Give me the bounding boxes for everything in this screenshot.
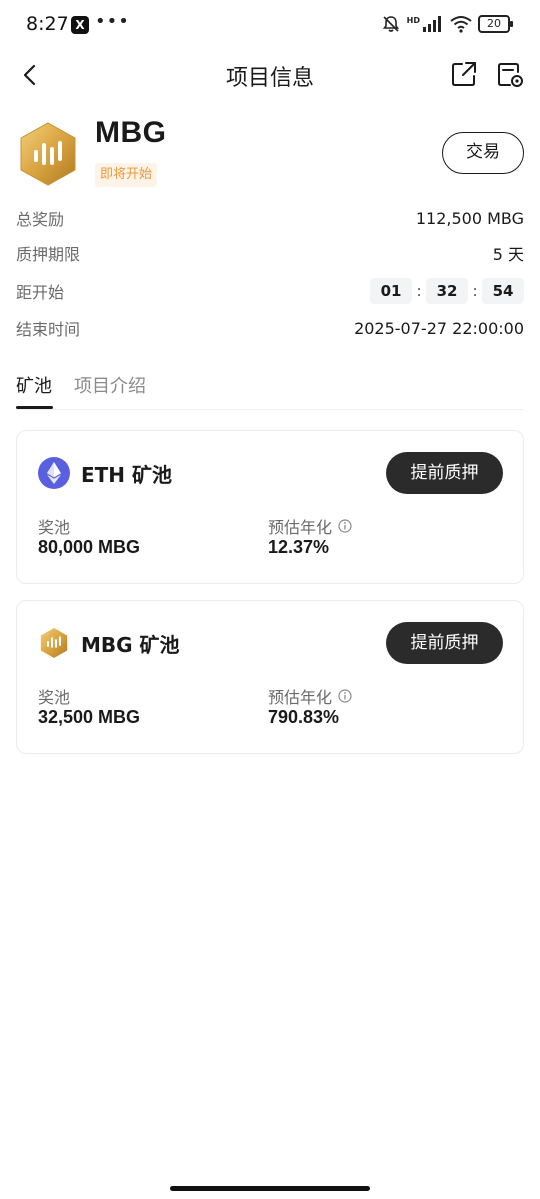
countdown-minutes: 32 [426,278,468,304]
countdown-separator: : [416,282,422,300]
countdown-hours: 01 [370,278,412,304]
apr-label-text: 预估年化 [268,688,333,707]
prize-pool-value: 80,000 MBG [38,537,141,557]
countdown-label: 距开始 [16,283,65,302]
prize-pool-value: 32,500 MBG [38,707,141,727]
more-notifications-icon: ••• [95,11,130,32]
mbg-token-icon [40,627,68,659]
status-bar: 8:27 X ••• HD 20 [0,0,540,50]
stake-period-value: 5 天 [492,245,524,264]
nav-bar: 项目信息 [0,50,540,100]
stake-period-row: 质押期限 5 天 [16,240,524,266]
total-reward-value: 112,500 MBG [415,208,524,228]
hd-indicator: HD [406,15,420,25]
info-icon[interactable] [338,519,352,533]
early-stake-button[interactable]: 提前质押 [386,452,503,494]
apr-label-text: 预估年化 [268,518,333,537]
info-icon[interactable] [338,689,352,703]
countdown-seconds: 54 [482,278,524,304]
apr-label: 预估年化 [268,514,352,538]
apr-value: 790.83% [268,707,340,727]
end-time-value: 2025-07-27 22:00:00 [354,318,524,338]
end-time-label: 结束时间 [16,320,81,339]
mute-bell-icon [382,16,399,32]
share-icon[interactable] [450,60,478,88]
x-app-icon: X [71,16,89,34]
token-name: MBG [95,116,167,149]
prize-pool-label-text: 奖池 [38,688,71,707]
apr-label: 预估年化 [268,684,352,708]
ethereum-icon [38,457,70,489]
early-stake-button[interactable]: 提前质押 [386,622,503,664]
active-tab-indicator [16,406,53,409]
pool-name: ETH 矿池 [81,463,173,487]
countdown-separator: : [472,282,478,300]
prize-pool-label: 奖池 [38,684,70,708]
total-reward-row: 总奖励 112,500 MBG [16,205,524,231]
tab-pools[interactable]: 矿池 [16,372,52,398]
battery-indicator: 20 [478,15,513,33]
total-reward-label: 总奖励 [16,210,65,229]
pool-card-eth: ETH 矿池 提前质押 奖池 80,000 MBG 预估年化 12.37% [16,430,524,584]
prize-pool-label-text: 奖池 [38,518,71,537]
prize-pool-label: 奖池 [38,514,70,538]
trade-button[interactable]: 交易 [442,132,524,174]
countdown-timer: 01 : 32 : 54 [370,278,524,304]
stake-period-label: 质押期限 [16,245,81,264]
pool-card-mbg: MBG 矿池 提前质押 奖池 32,500 MBG 预估年化 790.83% [16,600,524,754]
pool-name: MBG 矿池 [81,633,180,657]
status-indicators: HD 20 [381,14,513,34]
end-time-row: 结束时间 2025-07-27 22:00:00 [16,315,524,341]
status-badge: 即将开始 [95,163,158,187]
apr-value: 12.37% [268,537,330,557]
tab-project-intro[interactable]: 项目介绍 [74,372,146,398]
signal-icon [423,16,441,32]
status-time: 8:27 [26,13,69,35]
document-settings-icon[interactable] [496,60,526,90]
tab-bar: 矿池 项目介绍 [16,368,524,410]
countdown-row: 距开始 01 : 32 : 54 [16,278,524,304]
home-indicator[interactable] [170,1186,370,1191]
mbg-logo-icon [20,122,76,186]
wifi-icon [450,16,472,33]
